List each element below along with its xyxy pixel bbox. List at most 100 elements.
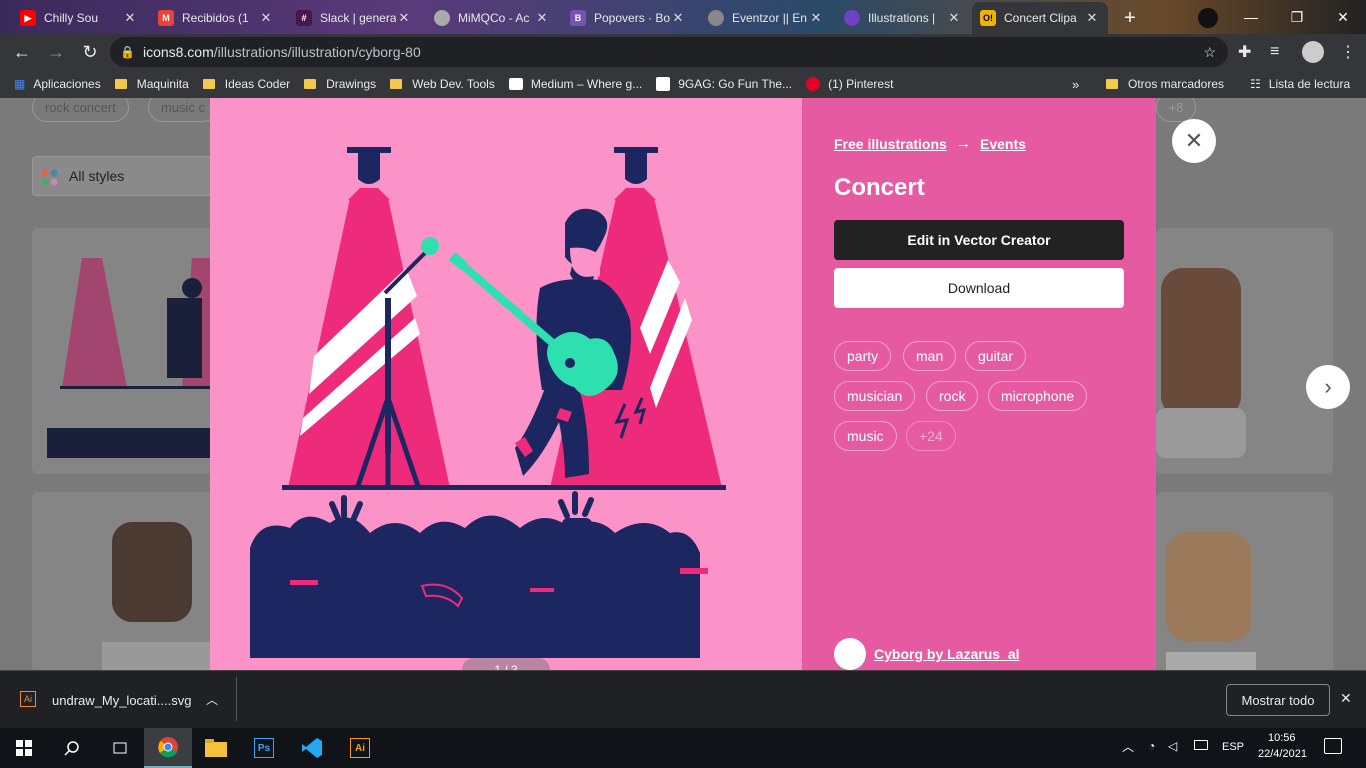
bookmark-folder[interactable]: Web Dev. Tools (390, 77, 495, 91)
notifications-icon[interactable] (1324, 738, 1342, 754)
tag-music[interactable]: music (834, 421, 897, 451)
bookmark-folder[interactable]: Drawings (304, 77, 376, 91)
tab-title: Illustrations | (868, 11, 936, 25)
tag-man[interactable]: man (903, 341, 957, 371)
bookmark-9gag[interactable]: 9GAG: Go Fun The... (656, 77, 792, 91)
search-chip[interactable]: rock concert (32, 98, 129, 122)
bookmark-other[interactable]: Otros marcadores (1106, 77, 1224, 91)
styles-filter[interactable]: All styles (32, 156, 232, 196)
close-window-icon[interactable]: ✕ (1320, 0, 1366, 34)
download-button[interactable]: Download (834, 268, 1124, 308)
close-modal-button[interactable]: ✕ (1172, 119, 1216, 163)
tab-title: MiMQCo - Ac (458, 11, 530, 25)
bookmark-medium[interactable]: Medium – Where g... (508, 77, 642, 91)
minimize-icon[interactable]: — (1228, 0, 1274, 34)
close-icon[interactable]: ✕ (534, 10, 550, 26)
avatar[interactable] (1302, 41, 1324, 63)
tab-bootstrap[interactable]: B Popovers · Bo ✕ (562, 4, 694, 32)
bookmark-folder[interactable]: Ideas Coder (202, 77, 290, 91)
slack-icon: # (296, 10, 312, 26)
next-illustration-button[interactable]: › (1306, 365, 1350, 409)
reload-icon[interactable]: ↻ (74, 36, 106, 68)
close-icon[interactable]: ✕ (258, 10, 274, 26)
input-language[interactable]: ESP (1222, 741, 1244, 753)
vscode-icon[interactable] (288, 728, 336, 768)
taskbar: Ps Ai ︿ ◔ ◁ ESP 10:56 22/4/2021 (0, 728, 1366, 768)
illustration-card[interactable] (32, 492, 212, 670)
menu-icon[interactable]: ⋮ (1340, 42, 1356, 62)
more-bookmarks-icon[interactable]: » (1072, 77, 1079, 92)
tab-eventzor[interactable]: Eventzor || En ✕ (700, 4, 832, 32)
clock-time[interactable]: 10:56 (1268, 732, 1296, 744)
author-link[interactable]: Cyborg by Lazarus_al (874, 646, 1020, 662)
reading-list[interactable]: ☷ Lista de lectura (1250, 77, 1350, 91)
chrome-icon[interactable] (144, 728, 192, 768)
edit-in-vector-creator-button[interactable]: Edit in Vector Creator (834, 220, 1124, 260)
chip-label: rock concert (45, 99, 116, 115)
media-icon[interactable]: ≡ (1270, 43, 1279, 61)
tag-party[interactable]: party (834, 341, 892, 371)
search-chip[interactable]: music c (148, 98, 219, 122)
battery-icon[interactable] (1194, 740, 1208, 750)
close-icon[interactable]: ✕ (396, 10, 412, 26)
tag-more[interactable]: +24 (906, 421, 956, 451)
author-credit[interactable]: Cyborg by Lazarus_al (834, 638, 1020, 670)
tag-microphone[interactable]: microphone (988, 381, 1088, 411)
tab-slack[interactable]: # Slack | genera ✕ (288, 4, 420, 32)
chevron-up-icon[interactable]: ︿ (206, 691, 218, 708)
illustrator-file-icon: Ai (20, 691, 36, 707)
bookmark-folder[interactable]: Maquinita (114, 77, 189, 91)
bookmarks-bar: ▦ Aplicaciones Maquinita Ideas Coder Draw… (0, 70, 1366, 98)
chevron-up-icon[interactable]: ︿ (1122, 738, 1134, 755)
illustration-card[interactable] (1156, 492, 1333, 670)
folder-icon (114, 79, 127, 89)
restore-icon[interactable]: ❐ (1274, 0, 1320, 34)
breadcrumb-free-illustrations[interactable]: Free illustrations (834, 136, 947, 152)
tag-guitar[interactable]: guitar (965, 341, 1027, 371)
url-path: /illustrations/illustration/cyborg-80 (213, 44, 421, 60)
tab-concert[interactable]: O! Concert Clipa ✕ (972, 2, 1108, 34)
task-view-icon[interactable] (96, 728, 144, 768)
tab-illustrations[interactable]: Illustrations | ✕ (836, 4, 970, 32)
tag-musician[interactable]: musician (834, 381, 916, 411)
folder-icon (304, 79, 317, 89)
close-icon[interactable]: ✕ (1340, 690, 1352, 707)
bookmark-apps[interactable]: ▦ Aplicaciones (14, 77, 101, 91)
illustration-card[interactable] (1156, 228, 1333, 474)
close-icon[interactable]: ✕ (808, 10, 824, 26)
extensions-icon[interactable]: ✚ (1238, 42, 1251, 62)
file-explorer-icon[interactable] (192, 728, 240, 768)
close-icon[interactable]: ✕ (670, 10, 686, 26)
tag-rock[interactable]: rock (926, 381, 979, 411)
bookmark-label: Lista de lectura (1268, 77, 1351, 91)
tab-youtube[interactable]: ▶ Chilly Sou ✕ (12, 4, 146, 32)
close-icon[interactable]: ✕ (946, 10, 962, 26)
star-icon[interactable]: ☆ (1203, 44, 1216, 61)
photoshop-icon[interactable]: Ps (240, 728, 288, 768)
forward-icon[interactable]: → (40, 36, 72, 68)
volume-icon[interactable]: ◁ (1168, 739, 1177, 753)
close-icon[interactable]: ✕ (1084, 10, 1100, 26)
clock-date[interactable]: 22/4/2021 (1258, 748, 1307, 760)
windows-start-icon[interactable] (0, 728, 48, 768)
back-icon[interactable]: ← (6, 36, 38, 68)
search-icon[interactable] (48, 728, 96, 768)
address-bar[interactable]: 🔒 icons8.com/illustrations/illustration/… (110, 37, 1228, 67)
tab-gmail[interactable]: M Recibidos (1 ✕ (150, 4, 282, 32)
divider (236, 677, 237, 721)
wifi-icon[interactable]: ◔ (1148, 739, 1155, 753)
show-all-button[interactable]: Mostrar todo (1226, 684, 1330, 716)
illustrator-icon[interactable]: Ai (336, 728, 384, 768)
bookmark-pinterest[interactable]: (1) Pinterest (806, 77, 893, 91)
close-icon[interactable]: ✕ (122, 10, 138, 26)
new-tab-button[interactable]: + (1118, 6, 1142, 30)
breadcrumb-events[interactable]: Events (980, 136, 1026, 152)
bookmark-label: Aplicaciones (33, 77, 101, 91)
illustration-card[interactable] (32, 228, 212, 474)
bootstrap-icon: B (570, 10, 586, 26)
profile-menu-icon[interactable] (1198, 8, 1218, 28)
downloads-bar: Ai undraw_My_locati....svg ︿ Mostrar tod… (0, 670, 1366, 728)
rock-hand-thumbnail (1156, 268, 1246, 458)
tab-mimqco[interactable]: MiMQCo - Ac ✕ (426, 4, 558, 32)
download-filename[interactable]: undraw_My_locati....svg (52, 693, 191, 708)
